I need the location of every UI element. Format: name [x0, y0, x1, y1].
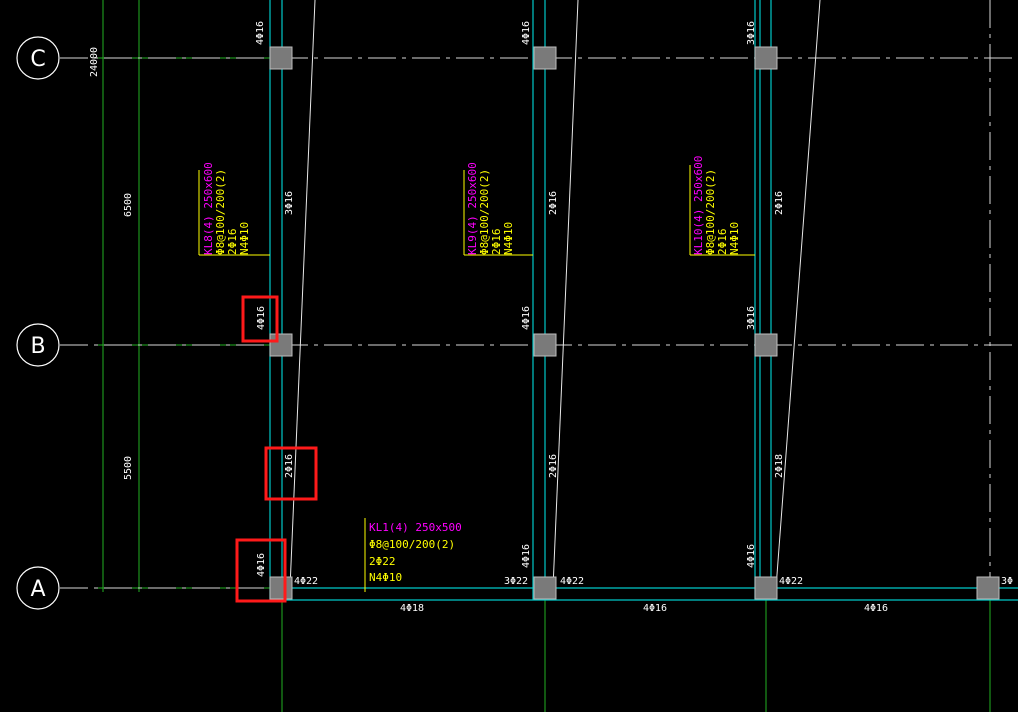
- rebar-note: 4Φ16: [256, 553, 267, 577]
- rebar-note: 4Φ16: [864, 603, 888, 614]
- beam-label-line: Φ8@100/200(2): [369, 538, 455, 551]
- rebar-note: 3Φ16: [284, 191, 295, 215]
- dimension-upper: 6500: [123, 193, 134, 217]
- axis-label-a: A: [30, 577, 45, 602]
- rebar-note: 2Φ16: [284, 454, 295, 478]
- rebar-note: 4Φ16: [746, 544, 757, 568]
- rebar-note: 2Φ18: [774, 454, 785, 478]
- rebar-note: 4Φ16: [521, 306, 532, 330]
- column[interactable]: [533, 46, 557, 70]
- cad-drawing-canvas[interactable]: C B A 24000 6500 5500 KL8(4) 250x600 Φ8@…: [0, 0, 1018, 712]
- column[interactable]: [269, 46, 293, 70]
- rebar-note: 3Φ: [1001, 576, 1013, 587]
- rebar-note: 4Φ22: [294, 576, 318, 587]
- column[interactable]: [533, 333, 557, 357]
- rebar-note: 4Φ16: [643, 603, 667, 614]
- rebar-note: 4Φ22: [560, 576, 584, 587]
- rebar-note: 4Φ18: [400, 603, 424, 614]
- column[interactable]: [269, 576, 293, 600]
- axis-label-b: B: [30, 334, 45, 359]
- column[interactable]: [754, 576, 778, 600]
- beam-label-line: N4Φ10: [728, 222, 741, 255]
- rebar-note: 2Φ16: [548, 191, 559, 215]
- column[interactable]: [269, 333, 293, 357]
- rebar-note: 2Φ16: [774, 191, 785, 215]
- beam-label-line: N4Φ10: [369, 571, 402, 584]
- rebar-note: 4Φ16: [255, 21, 266, 45]
- beam-label-line: 2Φ22: [369, 555, 396, 568]
- column[interactable]: [754, 333, 778, 357]
- rebar-note: 4Φ16: [521, 21, 532, 45]
- rebar-note: 3Φ16: [746, 21, 757, 45]
- rebar-note: 4Φ16: [256, 306, 267, 330]
- rebar-note: 2Φ16: [548, 454, 559, 478]
- rebar-note: 3Φ16: [746, 306, 757, 330]
- column[interactable]: [754, 46, 778, 70]
- rebar-note: 3Φ22: [504, 576, 528, 587]
- rebar-note: 4Φ22: [779, 576, 803, 587]
- column[interactable]: [533, 576, 557, 600]
- beam-label-line: N4Φ10: [238, 222, 251, 255]
- column[interactable]: [976, 576, 1000, 600]
- rebar-note: 4Φ16: [521, 544, 532, 568]
- beam-label-line: N4Φ10: [502, 222, 515, 255]
- axis-label-c: C: [30, 47, 45, 72]
- dimension-total: 24000: [89, 47, 100, 77]
- dimension-lower: 5500: [123, 456, 134, 480]
- beam-label-line: KL1(4) 250x500: [369, 521, 462, 534]
